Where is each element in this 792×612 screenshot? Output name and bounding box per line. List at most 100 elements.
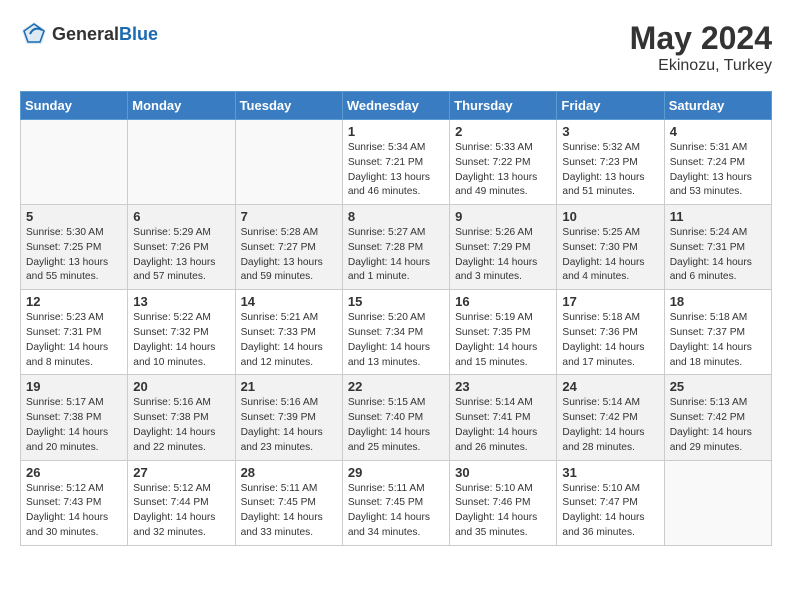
logo-blue: Blue <box>119 24 158 44</box>
day-number: 8 <box>348 209 444 224</box>
calendar-cell: 7 Sunrise: 5:28 AM Sunset: 7:27 PM Daylig… <box>235 205 342 290</box>
day-info: Sunrise: 5:14 AM Sunset: 7:42 PM Dayligh… <box>562 396 658 455</box>
calendar-cell: 20 Sunrise: 5:16 AM Sunset: 7:38 PM Dayli… <box>128 375 235 460</box>
day-number: 14 <box>241 294 337 309</box>
calendar-cell: 6 Sunrise: 5:29 AM Sunset: 7:26 PM Daylig… <box>128 205 235 290</box>
day-number: 7 <box>241 209 337 224</box>
day-number: 9 <box>455 209 551 224</box>
title-block: May 2024 Ekinozu, Turkey <box>630 20 772 75</box>
calendar-cell: 30Sunrise: 5:10 AM Sunset: 7:46 PM Dayli… <box>450 460 557 545</box>
calendar-week-row: 12 Sunrise: 5:23 AM Sunset: 7:31 PM Dayli… <box>21 290 772 375</box>
day-number: 22 <box>348 379 444 394</box>
calendar-cell: 28Sunrise: 5:11 AM Sunset: 7:45 PM Dayli… <box>235 460 342 545</box>
calendar-cell: 22 Sunrise: 5:15 AM Sunset: 7:40 PM Dayli… <box>342 375 449 460</box>
day-number: 11 <box>670 209 766 224</box>
day-number: 23 <box>455 379 551 394</box>
day-number: 12 <box>26 294 122 309</box>
day-info: Sunrise: 5:25 AM Sunset: 7:30 PM Dayligh… <box>562 226 658 285</box>
calendar-cell <box>235 120 342 205</box>
calendar-cell: 3Sunrise: 5:32 AM Sunset: 7:23 PM Daylig… <box>557 120 664 205</box>
day-number: 2 <box>455 124 551 139</box>
day-number: 10 <box>562 209 658 224</box>
calendar-cell: 29Sunrise: 5:11 AM Sunset: 7:45 PM Dayli… <box>342 460 449 545</box>
day-info: Sunrise: 5:28 AM Sunset: 7:27 PM Dayligh… <box>241 226 337 285</box>
day-info: Sunrise: 5:18 AM Sunset: 7:37 PM Dayligh… <box>670 311 766 370</box>
calendar-cell: 23 Sunrise: 5:14 AM Sunset: 7:41 PM Dayli… <box>450 375 557 460</box>
calendar-cell <box>21 120 128 205</box>
logo-icon <box>20 20 48 48</box>
calendar-cell: 12 Sunrise: 5:23 AM Sunset: 7:31 PM Dayli… <box>21 290 128 375</box>
day-info: Sunrise: 5:30 AM Sunset: 7:25 PM Dayligh… <box>26 226 122 285</box>
calendar-cell: 19 Sunrise: 5:17 AM Sunset: 7:38 PM Dayli… <box>21 375 128 460</box>
day-info: Sunrise: 5:10 AM Sunset: 7:47 PM Dayligh… <box>562 482 658 541</box>
calendar-cell: 21 Sunrise: 5:16 AM Sunset: 7:39 PM Dayli… <box>235 375 342 460</box>
day-info: Sunrise: 5:31 AM Sunset: 7:24 PM Dayligh… <box>670 141 766 200</box>
day-header-monday: Monday <box>128 92 235 120</box>
day-info: Sunrise: 5:29 AM Sunset: 7:26 PM Dayligh… <box>133 226 229 285</box>
calendar-week-row: 19 Sunrise: 5:17 AM Sunset: 7:38 PM Dayli… <box>21 375 772 460</box>
day-number: 27 <box>133 465 229 480</box>
day-info: Sunrise: 5:11 AM Sunset: 7:45 PM Dayligh… <box>241 482 337 541</box>
calendar-cell: 25 Sunrise: 5:13 AM Sunset: 7:42 PM Dayli… <box>664 375 771 460</box>
day-info: Sunrise: 5:13 AM Sunset: 7:42 PM Dayligh… <box>670 396 766 455</box>
day-header-friday: Friday <box>557 92 664 120</box>
day-header-tuesday: Tuesday <box>235 92 342 120</box>
day-info: Sunrise: 5:24 AM Sunset: 7:31 PM Dayligh… <box>670 226 766 285</box>
calendar-cell: 26Sunrise: 5:12 AM Sunset: 7:43 PM Dayli… <box>21 460 128 545</box>
day-info: Sunrise: 5:26 AM Sunset: 7:29 PM Dayligh… <box>455 226 551 285</box>
calendar-cell: 5 Sunrise: 5:30 AM Sunset: 7:25 PM Daylig… <box>21 205 128 290</box>
logo: GeneralBlue <box>20 20 158 48</box>
calendar-table: SundayMondayTuesdayWednesdayThursdayFrid… <box>20 91 772 546</box>
calendar-cell: 10 Sunrise: 5:25 AM Sunset: 7:30 PM Dayli… <box>557 205 664 290</box>
day-number: 16 <box>455 294 551 309</box>
day-info: Sunrise: 5:27 AM Sunset: 7:28 PM Dayligh… <box>348 226 444 285</box>
day-header-saturday: Saturday <box>664 92 771 120</box>
day-number: 29 <box>348 465 444 480</box>
day-number: 21 <box>241 379 337 394</box>
day-header-thursday: Thursday <box>450 92 557 120</box>
location: Ekinozu, Turkey <box>630 57 772 75</box>
calendar-cell: 24 Sunrise: 5:14 AM Sunset: 7:42 PM Dayli… <box>557 375 664 460</box>
day-info: Sunrise: 5:16 AM Sunset: 7:39 PM Dayligh… <box>241 396 337 455</box>
day-number: 20 <box>133 379 229 394</box>
day-info: Sunrise: 5:20 AM Sunset: 7:34 PM Dayligh… <box>348 311 444 370</box>
calendar-cell: 27 Sunrise: 5:12 AM Sunset: 7:44 PM Dayli… <box>128 460 235 545</box>
calendar-cell: 9 Sunrise: 5:26 AM Sunset: 7:29 PM Daylig… <box>450 205 557 290</box>
day-info: Sunrise: 5:32 AM Sunset: 7:23 PM Dayligh… <box>562 141 658 200</box>
day-number: 24 <box>562 379 658 394</box>
calendar-week-row: 5 Sunrise: 5:30 AM Sunset: 7:25 PM Daylig… <box>21 205 772 290</box>
month-year: May 2024 <box>630 20 772 57</box>
logo-text: GeneralBlue <box>52 24 158 45</box>
day-info: Sunrise: 5:16 AM Sunset: 7:38 PM Dayligh… <box>133 396 229 455</box>
day-info: Sunrise: 5:18 AM Sunset: 7:36 PM Dayligh… <box>562 311 658 370</box>
calendar-header-row: SundayMondayTuesdayWednesdayThursdayFrid… <box>21 92 772 120</box>
day-header-sunday: Sunday <box>21 92 128 120</box>
day-info: Sunrise: 5:21 AM Sunset: 7:33 PM Dayligh… <box>241 311 337 370</box>
day-info: Sunrise: 5:15 AM Sunset: 7:40 PM Dayligh… <box>348 396 444 455</box>
day-info: Sunrise: 5:33 AM Sunset: 7:22 PM Dayligh… <box>455 141 551 200</box>
calendar-cell: 4Sunrise: 5:31 AM Sunset: 7:24 PM Daylig… <box>664 120 771 205</box>
day-info: Sunrise: 5:23 AM Sunset: 7:31 PM Dayligh… <box>26 311 122 370</box>
day-info: Sunrise: 5:10 AM Sunset: 7:46 PM Dayligh… <box>455 482 551 541</box>
calendar-cell: 8 Sunrise: 5:27 AM Sunset: 7:28 PM Daylig… <box>342 205 449 290</box>
day-number: 19 <box>26 379 122 394</box>
calendar-cell: 1Sunrise: 5:34 AM Sunset: 7:21 PM Daylig… <box>342 120 449 205</box>
day-number: 6 <box>133 209 229 224</box>
calendar-cell: 11 Sunrise: 5:24 AM Sunset: 7:31 PM Dayli… <box>664 205 771 290</box>
day-number: 15 <box>348 294 444 309</box>
calendar-week-row: 1Sunrise: 5:34 AM Sunset: 7:21 PM Daylig… <box>21 120 772 205</box>
day-number: 26 <box>26 465 122 480</box>
day-number: 25 <box>670 379 766 394</box>
day-info: Sunrise: 5:22 AM Sunset: 7:32 PM Dayligh… <box>133 311 229 370</box>
day-number: 18 <box>670 294 766 309</box>
day-info: Sunrise: 5:17 AM Sunset: 7:38 PM Dayligh… <box>26 396 122 455</box>
day-number: 31 <box>562 465 658 480</box>
logo-general: General <box>52 24 119 44</box>
day-number: 5 <box>26 209 122 224</box>
day-info: Sunrise: 5:14 AM Sunset: 7:41 PM Dayligh… <box>455 396 551 455</box>
calendar-cell <box>128 120 235 205</box>
day-info: Sunrise: 5:34 AM Sunset: 7:21 PM Dayligh… <box>348 141 444 200</box>
calendar-week-row: 26Sunrise: 5:12 AM Sunset: 7:43 PM Dayli… <box>21 460 772 545</box>
day-number: 13 <box>133 294 229 309</box>
day-info: Sunrise: 5:12 AM Sunset: 7:44 PM Dayligh… <box>133 482 229 541</box>
